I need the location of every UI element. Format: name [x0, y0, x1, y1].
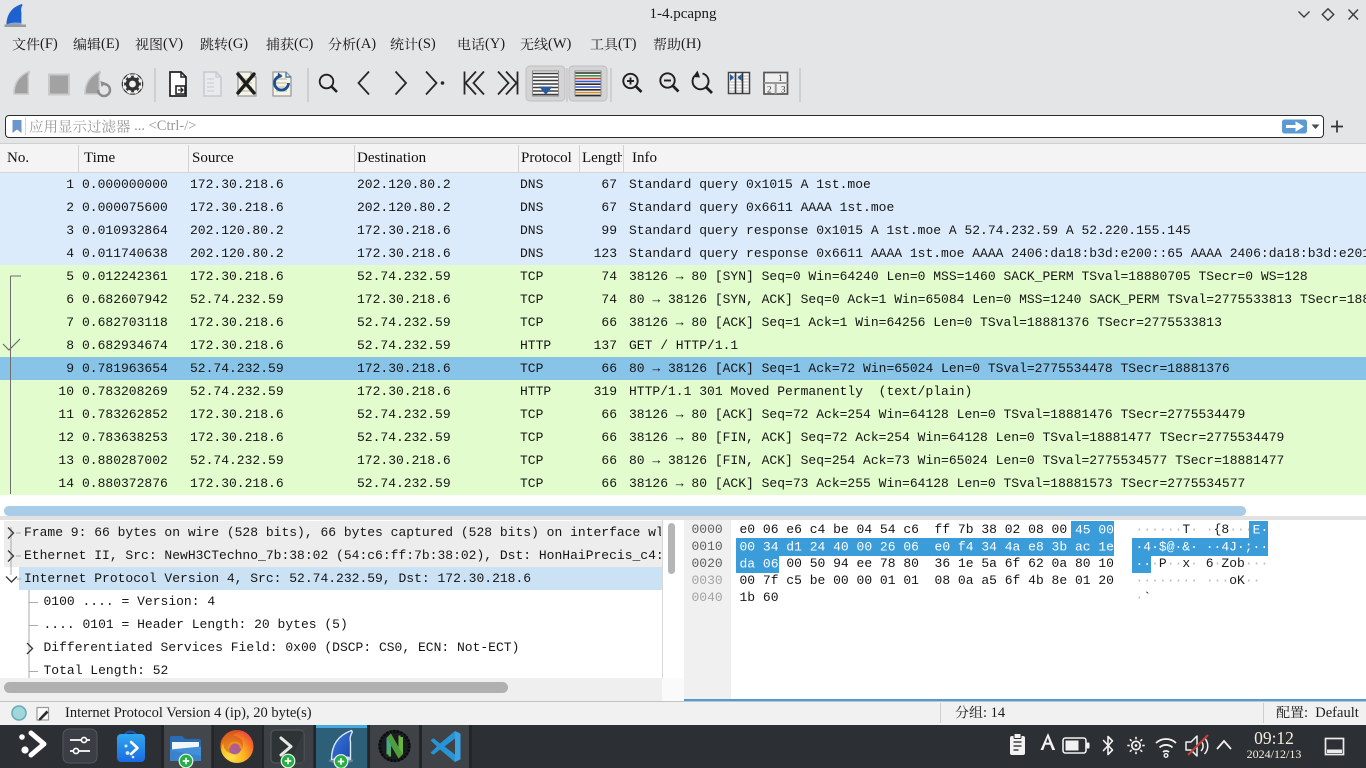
svg-text:1: 1	[778, 73, 783, 83]
svg-text:2: 2	[767, 85, 772, 95]
svg-text:3: 3	[781, 85, 786, 95]
